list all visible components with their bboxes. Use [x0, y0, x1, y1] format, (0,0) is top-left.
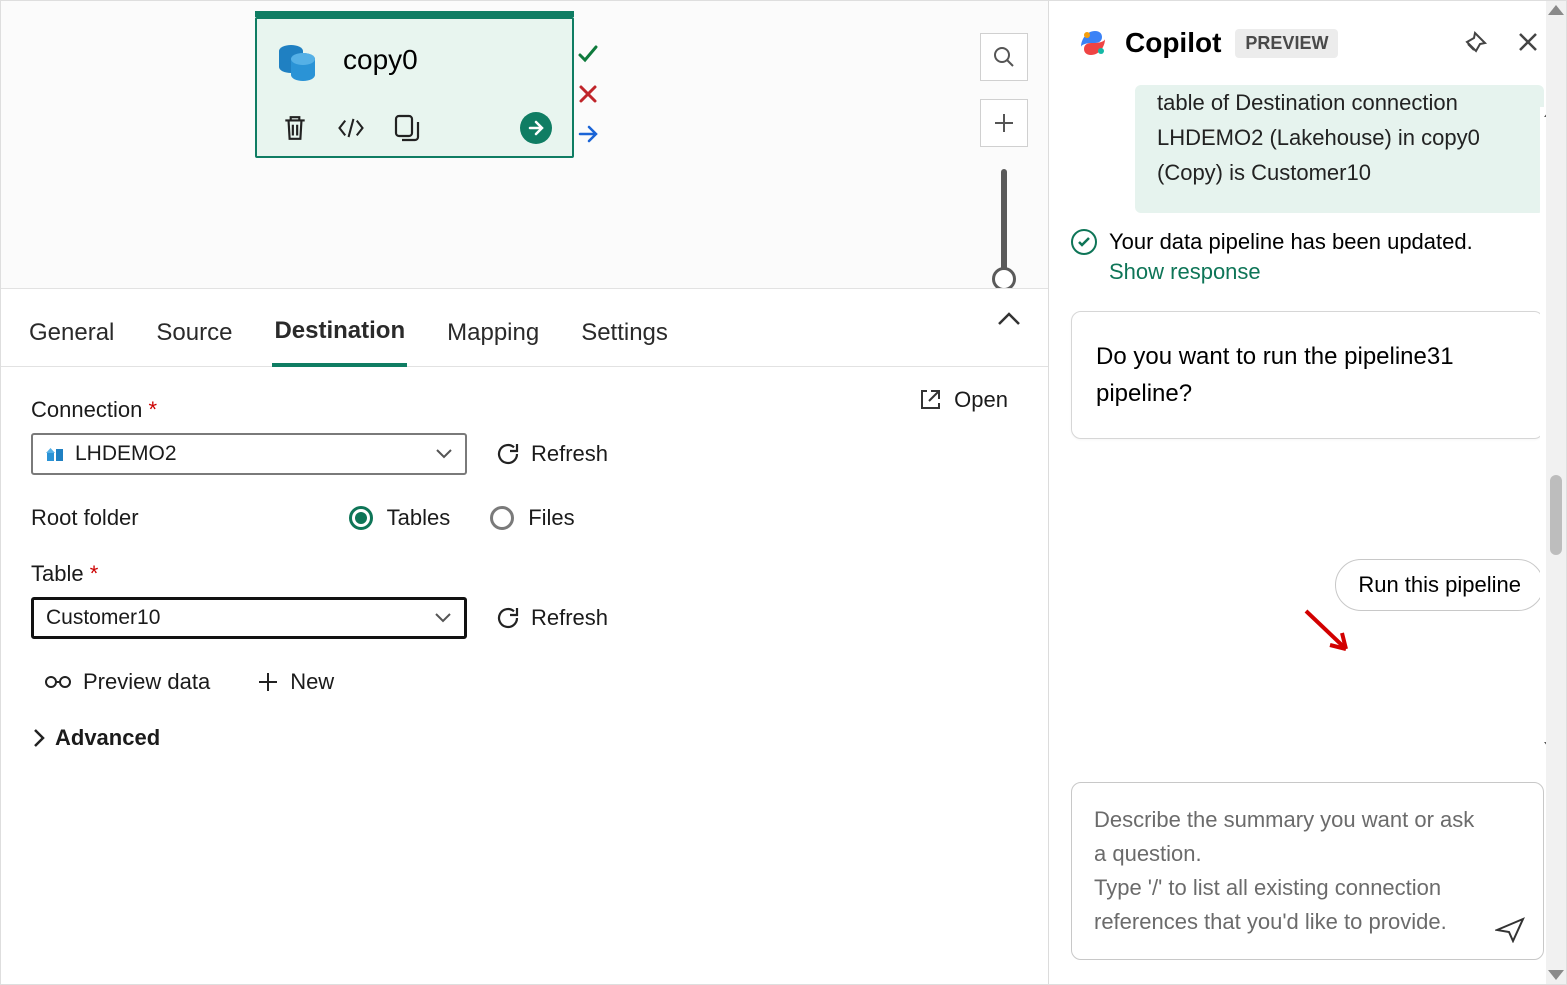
success-check-icon: [577, 43, 599, 65]
open-connection-link[interactable]: Open: [918, 387, 1008, 413]
chevron-down-icon: [434, 612, 452, 624]
trash-icon[interactable]: [281, 114, 309, 142]
copilot-question-card: Do you want to run the pipeline31 pipeli…: [1071, 311, 1544, 439]
refresh-connection-button[interactable]: Refresh: [495, 441, 608, 467]
tab-destination[interactable]: Destination: [272, 307, 407, 367]
success-check-icon: [1071, 229, 1097, 255]
preview-badge: PREVIEW: [1235, 29, 1338, 58]
refresh-table-button[interactable]: Refresh: [495, 605, 608, 631]
root-folder-tables-radio[interactable]: Tables: [349, 505, 451, 531]
pin-icon[interactable]: [1462, 30, 1488, 56]
show-response-link[interactable]: Show response: [1109, 259, 1261, 285]
activity-node-copy0[interactable]: copy0: [255, 17, 574, 158]
preview-data-button[interactable]: Preview data: [43, 669, 210, 695]
canvas-search-button[interactable]: [980, 33, 1028, 81]
code-icon[interactable]: [337, 114, 365, 142]
canvas-add-button[interactable]: [980, 99, 1028, 147]
run-arrow-icon[interactable]: [520, 112, 552, 144]
lakehouse-icon: [45, 445, 65, 463]
properties-tabs: General Source Destination Mapping Setti…: [1, 289, 1048, 367]
copilot-input-placeholder: Describe the summary you want or ask a q…: [1094, 803, 1487, 939]
error-x-icon: [577, 83, 599, 105]
table-select[interactable]: Customer10: [31, 597, 467, 639]
tab-mapping[interactable]: Mapping: [445, 309, 541, 365]
pipeline-canvas[interactable]: copy0: [1, 1, 1048, 289]
page-scrollbar[interactable]: [1546, 1, 1566, 984]
copilot-input[interactable]: Describe the summary you want or ask a q…: [1071, 782, 1544, 960]
run-this-pipeline-button[interactable]: Run this pipeline: [1335, 559, 1544, 611]
root-folder-files-radio[interactable]: Files: [490, 505, 574, 531]
chevron-down-icon: [435, 448, 453, 460]
copilot-panel: Copilot PREVIEW table of Destination con…: [1048, 1, 1566, 984]
send-icon[interactable]: [1495, 917, 1525, 943]
connection-label: Connection *: [31, 397, 1018, 423]
copilot-logo-icon: [1075, 25, 1111, 61]
tab-settings[interactable]: Settings: [579, 309, 670, 365]
table-label: Table *: [31, 561, 1018, 587]
table-value: Customer10: [46, 606, 160, 630]
duplicate-icon[interactable]: [393, 114, 421, 142]
activity-title: copy0: [343, 44, 418, 76]
annotation-arrow-icon: [1300, 605, 1356, 661]
copilot-status-line: Your data pipeline has been updated.: [1071, 229, 1544, 255]
forward-arrow-icon: [577, 123, 599, 145]
collapse-chevron-icon[interactable]: [996, 311, 1022, 327]
root-folder-label: Root folder: [31, 505, 139, 531]
copy-data-icon: [275, 37, 321, 83]
copilot-action-summary: table of Destination connection LHDEMO2 …: [1135, 85, 1544, 213]
advanced-toggle[interactable]: Advanced: [31, 725, 1018, 751]
copilot-title: Copilot: [1125, 27, 1221, 59]
open-label: Open: [954, 387, 1008, 413]
activity-status-column: [577, 43, 603, 145]
new-table-button[interactable]: New: [256, 669, 334, 695]
tab-source[interactable]: Source: [154, 309, 234, 365]
zoom-handle[interactable]: [992, 267, 1016, 289]
zoom-slider[interactable]: [1001, 169, 1007, 279]
close-icon[interactable]: [1516, 30, 1540, 56]
connection-value: LHDEMO2: [75, 442, 177, 466]
connection-select[interactable]: LHDEMO2: [31, 433, 467, 475]
tab-general[interactable]: General: [27, 309, 116, 365]
